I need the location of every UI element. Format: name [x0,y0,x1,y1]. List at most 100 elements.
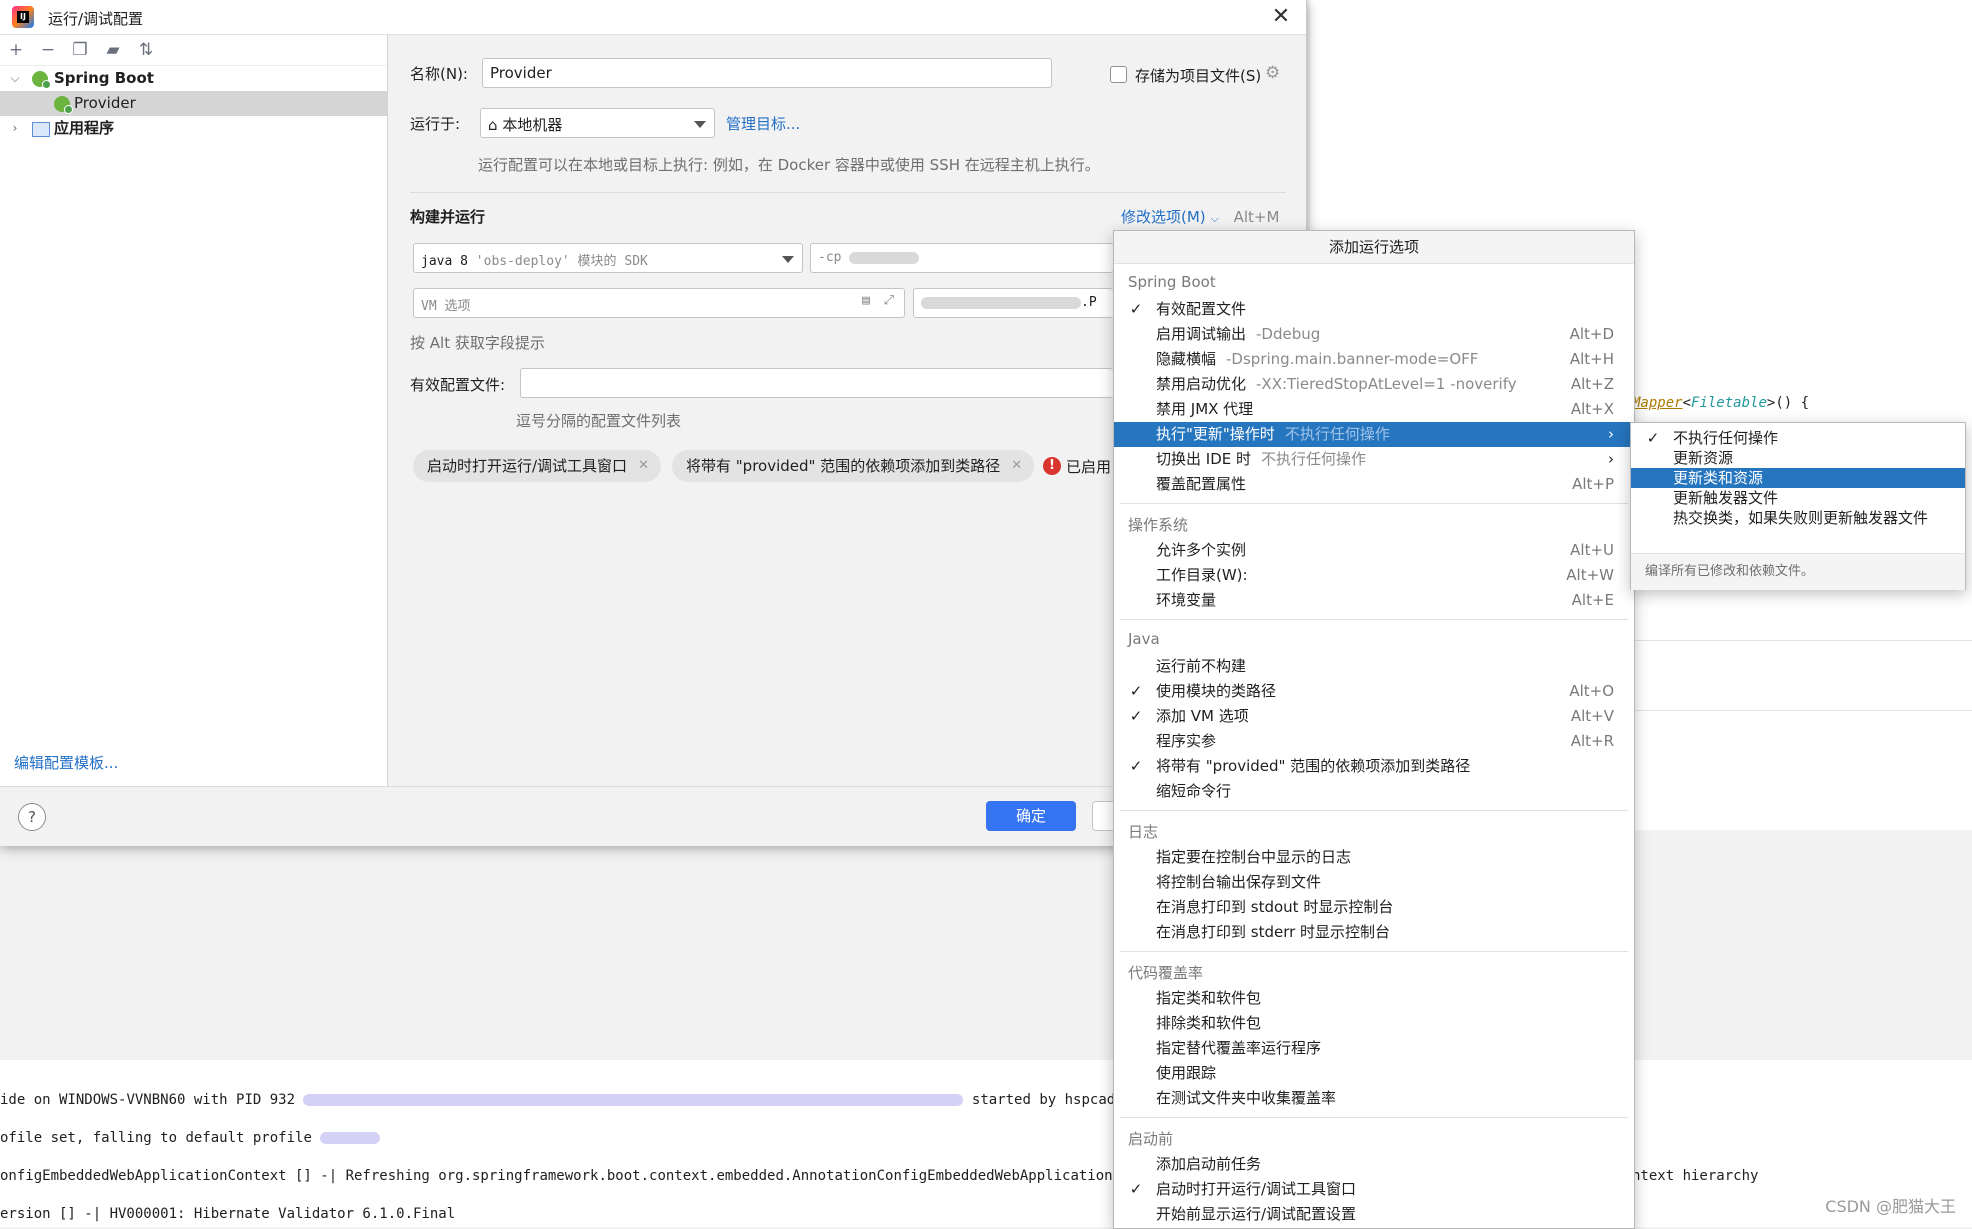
watermark: CSDN @肥猫大王 [1825,1197,1956,1216]
menu-item[interactable]: 执行"更新"操作时 不执行任何操作 › [1114,422,1634,447]
menu-item[interactable]: 缩短命令行 [1114,779,1634,804]
menu-item[interactable]: ✓ 将带有 "provided" 范围的依赖项添加到类路径 [1114,754,1634,779]
menu-item-label: 工作目录(W): [1156,566,1248,584]
add-icon[interactable]: + [5,39,27,61]
menu-item-label: 将带有 "provided" 范围的依赖项添加到类路径 [1156,757,1471,775]
submenu-item[interactable]: 热交换类，如果失败则更新触发器文件 [1631,508,1965,528]
copy-icon[interactable]: ❐ [69,39,91,61]
menu-item[interactable]: 切换出 IDE 时不执行任何操作 › [1114,447,1634,472]
menu-item-label: 环境变量 [1156,591,1217,609]
chevron-down-icon [694,121,706,128]
menu-item-shortcut: Alt+D [1569,325,1614,343]
menu-item[interactable]: 开始前显示运行/调试配置设置 [1114,1202,1634,1227]
remove-icon[interactable]: − [37,39,59,61]
sort-icon[interactable]: ⇅ [135,39,157,61]
main-class-field[interactable]: .P [913,288,1113,318]
menu-item-hint: -Dspring.main.banner-mode=OFF [1226,350,1479,368]
menu-item-label: 指定类和软件包 [1156,989,1262,1007]
folder-icon[interactable]: ▰ [102,39,124,61]
manage-targets-link[interactable]: 管理目标... [726,113,800,134]
menu-item-shortcut: Alt+U [1570,541,1614,559]
menu-separator [1120,619,1628,620]
tree-group-label: 应用程序 [54,119,115,137]
ok-button[interactable]: 确定 [986,801,1076,831]
menu-item[interactable]: ✓ 使用模块的类路径 Alt+O [1114,679,1634,704]
active-profiles-field[interactable] [520,368,1113,398]
document-icon[interactable]: ▤ [862,293,870,308]
name-field[interactable]: Provider [482,58,1052,88]
code-snippet: Mapper<Filetable>() { [1632,395,1810,411]
menu-item[interactable]: 在测试文件夹中收集覆盖率 [1114,1086,1634,1111]
submenu-item[interactable]: 更新触发器文件 [1631,488,1965,508]
menu-item[interactable]: 运行前不构建 [1114,654,1634,679]
classpath-field[interactable]: -cp [810,243,1113,273]
menu-item[interactable]: 使用跟踪 [1114,1061,1634,1086]
expand-icon[interactable]: ⤢ [884,293,894,308]
close-icon[interactable]: ✕ [1264,3,1298,31]
code-generic-type: Filetable [1691,395,1767,411]
menu-item[interactable]: 添加启动前任务 [1114,1152,1634,1177]
submenu-item-label: 更新资源 [1673,449,1734,467]
store-as-file-checkbox[interactable] [1110,66,1127,83]
menu-item-label: 有效配置文件 [1156,300,1247,318]
menu-item-label: 指定要在控制台中显示的日志 [1156,848,1352,866]
menu-item-label: 开始前显示运行/调试配置设置 [1156,1205,1357,1223]
menu-item-shortcut: Alt+X [1570,400,1614,418]
menu-item[interactable]: 指定类和软件包 [1114,986,1634,1011]
gear-icon[interactable]: ⚙ [1265,63,1280,83]
menu-section-title: 代码覆盖率 [1128,964,1204,982]
menu-item[interactable]: 排除类和软件包 [1114,1011,1634,1036]
menu-item[interactable]: 工作目录(W): Alt+W [1114,563,1634,588]
chevron-down-icon[interactable]: ⌵ [8,66,22,91]
menu-item[interactable]: 指定替代覆盖率运行程序 [1114,1036,1634,1061]
menu-item-label: 使用跟踪 [1156,1064,1217,1082]
menu-section-title: Spring Boot [1128,273,1216,291]
submenu-item[interactable]: 更新资源 [1631,448,1965,468]
menu-item-label: 使用模块的类路径 [1156,682,1277,700]
submenu-item[interactable]: ✓ 不执行任何操作 [1631,428,1965,448]
menu-item[interactable]: 程序实参 Alt+R [1114,729,1634,754]
edit-config-templates-link[interactable]: 编辑配置模板... [14,752,118,773]
run-on-hint: 运行配置可以在本地或目标上执行: 例如，在 Docker 容器中或使用 SSH … [478,156,1100,174]
menu-item[interactable]: 禁用启动优化 -XX:TieredStopAtLevel=1 -noverify A… [1114,372,1634,397]
tree-group-application[interactable]: › 应用程序 [0,116,387,141]
menu-separator [1120,503,1628,504]
dialog-titlebar: IJ 运行/调试配置 ✕ [0,0,1306,35]
name-label: 名称(N): [410,65,468,83]
submenu-item[interactable]: 更新类和资源 [1631,468,1965,488]
menu-item-label: 添加启动前任务 [1156,1155,1262,1173]
check-icon: ✓ [1646,429,1660,447]
option-chip[interactable]: 启动时打开运行/调试工具窗口 ✕ [413,450,662,482]
menu-item[interactable]: 环境变量 Alt+E [1114,588,1634,613]
tree-group-spring-boot[interactable]: ⌵ Spring Boot [0,66,387,91]
check-icon: ✓ [1129,1180,1143,1198]
chevron-right-icon[interactable]: › [8,116,22,141]
vm-options-field[interactable]: VM 选项 ▤ ⤢ [413,288,905,318]
run-on-label: 运行于: [410,115,461,133]
option-chip[interactable]: 将带有 "provided" 范围的依赖项添加到类路径 ✕ [672,450,1035,482]
menu-item[interactable]: ✓ 添加 VM 选项 Alt+V [1114,704,1634,729]
tree-item-provider[interactable]: Provider [0,91,387,116]
menu-item[interactable]: 禁用 JMX 代理 Alt+X [1114,397,1634,422]
menu-item[interactable]: ✓ 启动时打开运行/调试工具窗口 [1114,1177,1634,1202]
active-profiles-label: 有效配置文件: [410,376,506,394]
menu-item[interactable]: 覆盖配置属性 Alt+P [1114,472,1634,497]
console-line: ersion [] -| HV000001: Hibernate Validat… [0,1206,456,1222]
run-on-dropdown[interactable]: ⌂ 本地机器 [480,108,715,138]
menu-item[interactable]: 隐藏横幅 -Dspring.main.banner-mode=OFF Alt+H [1114,347,1634,372]
menu-item[interactable]: 允许多个实例 Alt+U [1114,538,1634,563]
jdk-dropdown[interactable]: java 8 'obs-deploy' 模块的 SDK [413,243,803,273]
menu-item-hint: 不执行任何操作 [1261,450,1367,468]
menu-item[interactable]: 在消息打印到 stdout 时显示控制台 [1114,895,1634,920]
submenu-item-label: 更新类和资源 [1673,469,1764,487]
menu-item[interactable]: 启用调试输出 -Ddebug Alt+D [1114,322,1634,347]
modify-options-button[interactable]: 修改选项(M) ⌵ Alt+M [1121,206,1279,227]
menu-item[interactable]: 将控制台输出保存到文件 [1114,870,1634,895]
close-icon[interactable]: ✕ [638,450,649,482]
close-icon[interactable]: ✕ [1011,450,1022,482]
home-icon: ⌂ [488,116,498,134]
menu-item[interactable]: 指定要在控制台中显示的日志 [1114,845,1634,870]
menu-item[interactable]: 在消息打印到 stderr 时显示控制台 [1114,920,1634,945]
help-button[interactable]: ? [18,803,46,831]
menu-item[interactable]: ✓ 有效配置文件 [1114,297,1634,322]
